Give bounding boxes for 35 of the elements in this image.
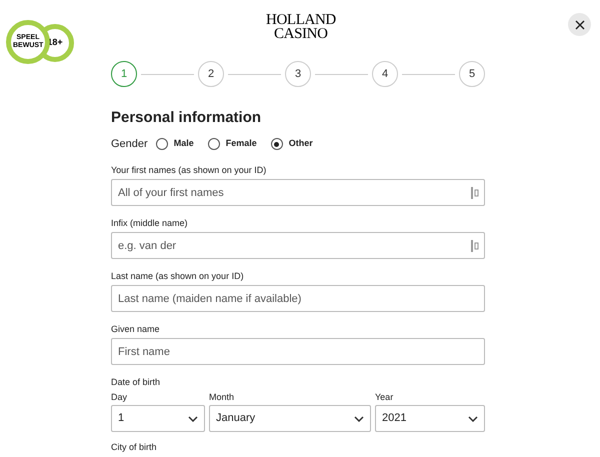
step-indicator: 1 xyxy=(111,61,137,87)
field-label: Last name (as shown on your ID) xyxy=(111,271,245,282)
gender-radio[interactable]: Male xyxy=(156,137,194,151)
step-indicator: 2 xyxy=(198,61,224,87)
select-field[interactable]: January xyxy=(209,405,371,432)
text-field[interactable]: Last name (maiden name if available) xyxy=(111,285,485,312)
select-field[interactable]: 2021 xyxy=(375,405,485,432)
chevron-down-icon xyxy=(354,416,364,422)
gender-radio[interactable]: Other xyxy=(270,137,313,151)
field-label: Your first names (as shown on your ID) xyxy=(111,165,268,176)
field-label: City of birth xyxy=(111,442,158,453)
step-indicator: 5 xyxy=(459,61,485,87)
close-icon xyxy=(574,20,584,30)
gender-label: Gender xyxy=(111,136,148,152)
section-heading: Personal information xyxy=(111,109,262,127)
text-field[interactable]: All of your first names xyxy=(111,179,485,206)
autofill-icon xyxy=(471,187,479,199)
field-label: Month xyxy=(209,392,236,403)
chevron-down-icon xyxy=(188,416,198,422)
field-label: Date of birth xyxy=(111,377,162,388)
step-indicator: 3 xyxy=(285,61,311,87)
gender-radio[interactable]: Female xyxy=(208,137,257,151)
text-field[interactable]: e.g. van der xyxy=(111,232,485,259)
field-label: Infix (middle name) xyxy=(111,218,189,229)
step-indicator: 4 xyxy=(372,61,398,87)
select-field[interactable]: 1 xyxy=(111,405,205,432)
chevron-down-icon xyxy=(468,416,478,422)
field-label: Given name xyxy=(111,324,161,335)
close-button[interactable] xyxy=(568,13,591,36)
field-label: Year xyxy=(375,392,394,403)
autofill-icon xyxy=(471,240,479,252)
logo-text: CASINO xyxy=(274,27,328,41)
logo-text: HOLLAND xyxy=(266,13,336,27)
field-label: Day xyxy=(111,392,128,403)
text-field[interactable]: First name xyxy=(111,338,485,365)
